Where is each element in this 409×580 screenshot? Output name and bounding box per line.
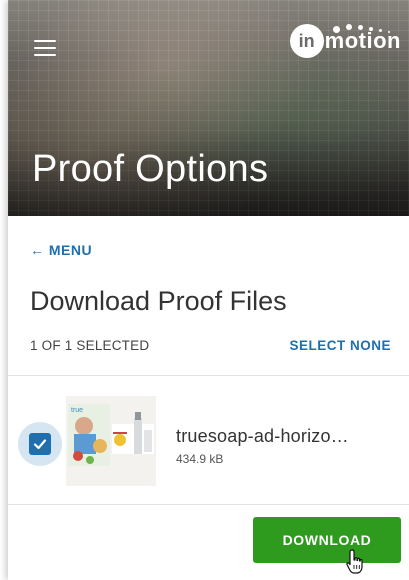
file-list-item: true truesoap-ad-horizo… 434.9 kB: [8, 378, 409, 504]
hand-pointer-cursor-icon: [346, 549, 363, 574]
selection-count: 1 OF 1 SELECTED: [30, 338, 150, 353]
back-arrow-icon: ←: [30, 242, 45, 258]
logo-dots-icon: [327, 20, 397, 34]
logo-circle: in: [289, 24, 324, 58]
svg-text:true: true: [71, 407, 83, 414]
file-name: truesoap-ad-horizo…: [176, 426, 349, 446]
proof-options-panel: in motion Proof Options ← MENU Download …: [8, 0, 409, 580]
hamburger-menu-icon[interactable]: [34, 40, 56, 56]
section-title: Download Proof Files: [30, 286, 287, 316]
file-checkbox[interactable]: [18, 422, 62, 466]
back-to-menu-link[interactable]: ← MENU: [30, 242, 92, 258]
file-size: 434.9 kB: [176, 452, 224, 466]
header-banner: in motion Proof Options: [8, 0, 409, 216]
divider: [8, 375, 409, 376]
page-header-title: Proof Options: [32, 148, 269, 190]
back-link-label: MENU: [48, 242, 93, 258]
download-button[interactable]: DOWNLOAD: [253, 517, 401, 563]
inmotion-logo: in motion: [289, 24, 401, 58]
file-thumbnail: true: [66, 396, 156, 486]
divider: [8, 504, 409, 505]
select-none-button[interactable]: SELECT NONE: [289, 338, 391, 353]
checkmark-icon: [29, 433, 51, 455]
